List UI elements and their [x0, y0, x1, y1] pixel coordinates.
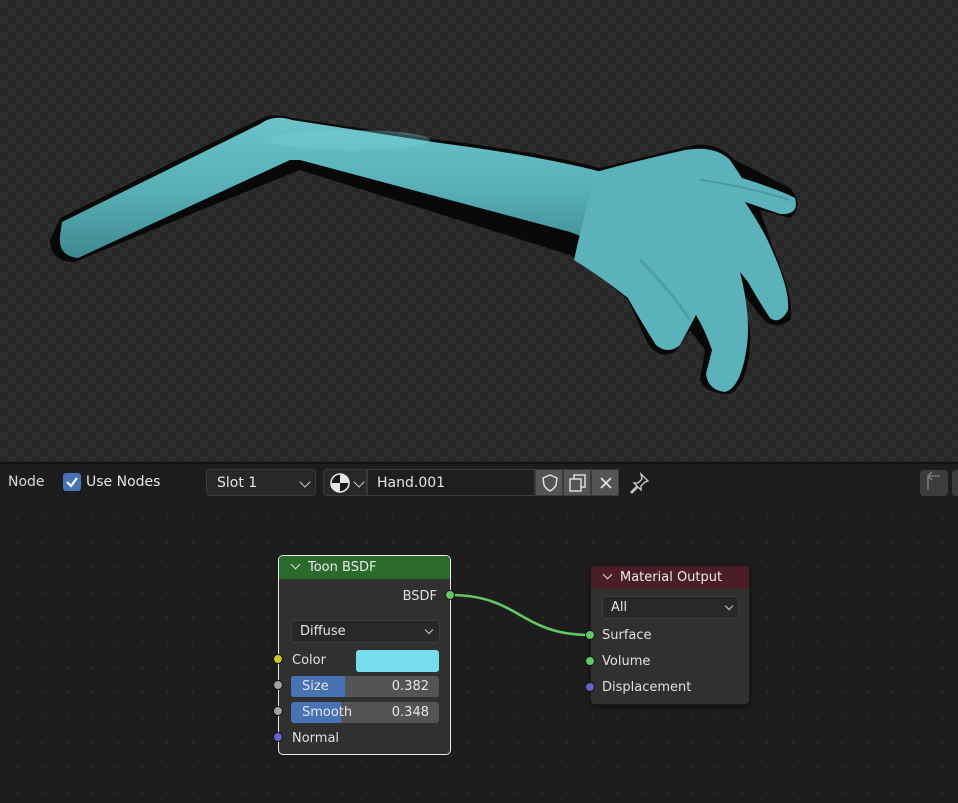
color-swatch[interactable] — [356, 650, 439, 672]
smooth-input-socket[interactable] — [273, 706, 283, 716]
component-value: Diffuse — [300, 624, 346, 639]
bsdf-to-surface-link — [449, 593, 591, 637]
slot-label: Slot 1 — [217, 475, 258, 491]
node-header[interactable]: Toon BSDF — [279, 556, 450, 579]
node-links — [449, 593, 591, 637]
new-material-button[interactable] — [563, 469, 591, 496]
chevron-down-icon — [353, 476, 365, 488]
color-input-socket[interactable] — [273, 654, 283, 664]
input-label-volume: Volume — [602, 654, 651, 669]
duplicate-icon — [569, 474, 586, 492]
size-value: 0.382 — [391, 679, 429, 694]
node-title: Material Output — [620, 570, 723, 585]
smooth-label: Smooth — [302, 705, 353, 720]
size-input-socket[interactable] — [273, 680, 283, 690]
arrow-up-icon — [927, 471, 940, 490]
fake-user-button[interactable] — [535, 469, 563, 496]
smooth-value: 0.348 — [391, 705, 429, 720]
material-output-node[interactable]: Material Output All Surface Volume Displ… — [590, 565, 750, 705]
node-title: Toon BSDF — [308, 560, 377, 575]
use-nodes-label[interactable]: Use Nodes — [86, 474, 160, 490]
input-label-color: Color — [292, 653, 326, 668]
normal-input-socket[interactable] — [273, 732, 283, 742]
pin-icon[interactable] — [628, 472, 650, 494]
material-name-field[interactable]: Hand.001 — [367, 469, 535, 496]
chevron-down-icon — [299, 476, 311, 488]
component-dropdown[interactable]: Diffuse — [291, 620, 440, 643]
shield-icon — [542, 474, 558, 492]
input-label-surface: Surface — [602, 628, 652, 643]
surface-input-socket[interactable] — [585, 630, 595, 640]
node-editor-canvas[interactable]: Toon BSDF BSDF Diffuse Color Size 0.382 … — [0, 502, 958, 803]
use-nodes-checkbox[interactable] — [63, 473, 81, 491]
target-value: All — [611, 600, 628, 615]
check-icon — [66, 477, 78, 488]
editor-menu-node[interactable]: Node — [8, 474, 45, 490]
size-label: Size — [302, 679, 329, 694]
input-label-normal: Normal — [292, 731, 340, 746]
material-sphere-icon — [330, 473, 350, 493]
displacement-input-socket[interactable] — [585, 682, 595, 692]
chevron-down-icon — [424, 625, 434, 635]
output-label-bsdf: BSDF — [402, 589, 437, 604]
volume-input-socket[interactable] — [585, 656, 595, 666]
slot-dropdown[interactable]: Slot 1 — [206, 469, 316, 496]
toon-bsdf-node[interactable]: Toon BSDF BSDF Diffuse Color Size 0.382 … — [278, 555, 451, 755]
target-dropdown[interactable]: All — [602, 596, 739, 619]
material-name: Hand.001 — [377, 475, 446, 491]
unlink-material-button[interactable] — [591, 469, 619, 496]
input-label-displacement: Displacement — [602, 680, 692, 695]
chevron-down-icon[interactable] — [602, 569, 613, 580]
3d-viewport[interactable] — [0, 0, 958, 462]
chevron-down-icon[interactable] — [290, 559, 301, 570]
smooth-slider[interactable]: Smooth 0.348 — [291, 702, 439, 723]
node-header[interactable]: Material Output — [591, 566, 749, 589]
browse-material-button[interactable] — [323, 469, 367, 496]
bsdf-output-socket[interactable] — [445, 590, 455, 600]
chevron-down-icon — [724, 601, 734, 611]
arm-hand-render — [50, 115, 798, 394]
parent-node-tree-button[interactable] — [920, 470, 948, 496]
close-icon — [600, 477, 612, 489]
size-slider[interactable]: Size 0.382 — [291, 676, 439, 697]
editor-edge-button[interactable] — [952, 470, 958, 496]
